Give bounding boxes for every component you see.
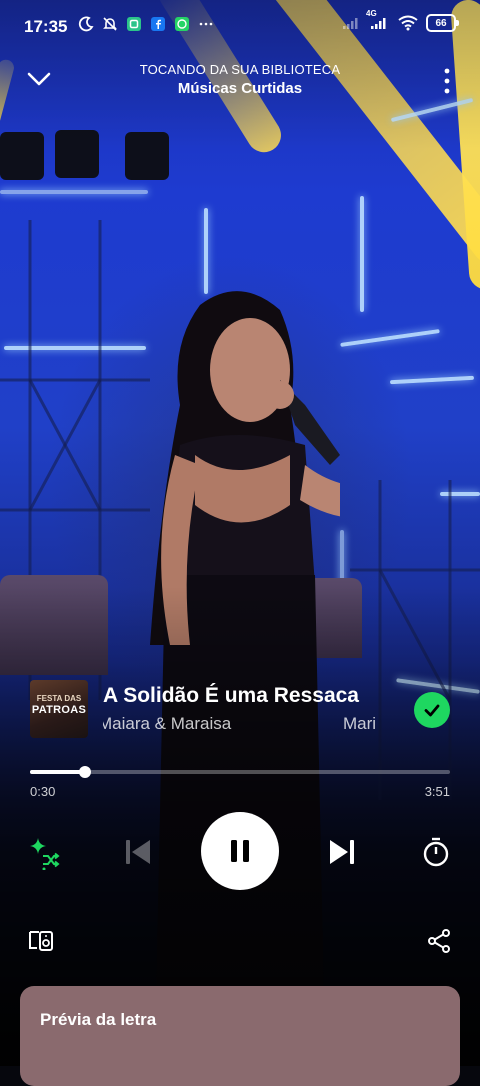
progress-knob[interactable] xyxy=(78,766,91,778)
more-notifications-icon xyxy=(198,16,214,32)
timer-icon xyxy=(423,837,449,867)
player-header: TOCANDO DA SUA BIBLIOTECA Músicas Curtid… xyxy=(0,56,480,106)
playing-context[interactable]: TOCANDO DA SUA BIBLIOTECA Músicas Curtid… xyxy=(0,62,480,97)
skip-next-icon xyxy=(330,840,354,864)
lyrics-preview-title: Prévia da letra xyxy=(40,1010,157,1029)
artist-marquee[interactable]: Maiara & Maraisa Mari xyxy=(103,714,381,738)
status-system-icons: 4G 66 xyxy=(342,9,459,32)
network-type: 4G xyxy=(366,9,377,18)
signal-weak-icon xyxy=(342,15,360,31)
player-footer-actions xyxy=(0,922,480,962)
context-label: TOCANDO DA SUA BIBLIOTECA xyxy=(139,62,341,77)
playback-controls xyxy=(0,810,480,890)
wifi-icon xyxy=(398,15,418,31)
playlist-name: Músicas Curtidas xyxy=(177,80,303,97)
skip-previous-icon xyxy=(126,840,150,864)
previous-button[interactable] xyxy=(120,834,156,870)
album-cover[interactable]: FESTA DAS PATROAS xyxy=(30,680,88,738)
progress-bar[interactable] xyxy=(30,766,450,778)
more-vertical-icon xyxy=(444,68,450,94)
pause-icon xyxy=(231,840,249,862)
track-info: FESTA DAS PATROAS A Solidão É uma Ressac… xyxy=(30,680,450,740)
status-bar: 17:35 4G 66 xyxy=(0,0,480,54)
progress-fill xyxy=(30,770,85,774)
track-title[interactable]: A Solidão É uma Ressaca xyxy=(103,684,359,708)
bell-muted-icon xyxy=(102,16,118,32)
pause-button[interactable] xyxy=(201,812,279,890)
more-options-button[interactable] xyxy=(444,68,450,94)
track-artist: Maiara & Maraisa xyxy=(103,714,232,733)
app-notification-icon xyxy=(126,16,142,32)
moon-icon xyxy=(78,16,94,32)
liked-button[interactable] xyxy=(414,692,450,728)
share-icon xyxy=(428,929,450,953)
signal-4g-icon: 4G xyxy=(366,9,390,31)
whatsapp-icon xyxy=(174,16,190,32)
status-notification-icons xyxy=(78,16,214,32)
sleep-timer-button[interactable] xyxy=(418,834,454,870)
current-time: 0:30 xyxy=(30,784,56,799)
album-cover-line2: PATROAS xyxy=(31,704,87,716)
devices-icon xyxy=(29,931,53,951)
album-cover-line1: FESTA DAS xyxy=(36,694,82,703)
facebook-icon xyxy=(150,16,166,32)
total-time: 3:51 xyxy=(424,784,450,799)
battery-indicator: 66 xyxy=(426,14,459,32)
smart-shuffle-button[interactable] xyxy=(26,834,62,870)
track-artist-repeat: Mari xyxy=(343,714,377,733)
smart-shuffle-icon xyxy=(30,838,60,870)
share-button[interactable] xyxy=(424,926,454,956)
next-button[interactable] xyxy=(324,834,360,870)
lyrics-preview-card[interactable]: Prévia da letra xyxy=(20,986,460,1086)
connect-device-button[interactable] xyxy=(26,926,56,956)
darkening-overlay xyxy=(0,0,480,1066)
status-time: 17:35 xyxy=(24,17,68,36)
check-icon xyxy=(424,704,440,717)
